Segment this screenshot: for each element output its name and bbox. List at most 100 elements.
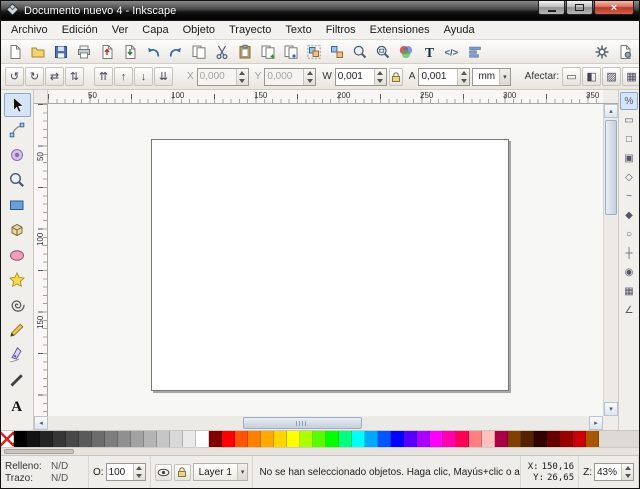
swatch-909090[interactable]	[118, 431, 131, 447]
group-button[interactable]	[303, 41, 325, 63]
calligraphy-tool[interactable]	[4, 368, 31, 392]
menu-ver[interactable]: Ver	[105, 22, 136, 38]
minimize-button[interactable]	[538, 1, 565, 15]
swatch-ff00ff[interactable]	[430, 431, 443, 447]
swatch-7e7e7e[interactable]	[105, 431, 118, 447]
scroll-up-button[interactable]: ▴	[604, 104, 618, 118]
opacity-spinner[interactable]	[133, 464, 145, 480]
palette-scroll-thumb[interactable]	[4, 449, 74, 454]
scroll-right-button[interactable]: ▸	[589, 416, 603, 430]
close-button[interactable]: ×	[594, 1, 634, 15]
horizontal-scroll-thumb[interactable]	[243, 417, 362, 429]
menu-objeto[interactable]: Objeto	[176, 22, 222, 38]
swatch-ff0055[interactable]	[456, 431, 469, 447]
text-dialog-button[interactable]: T	[418, 41, 440, 63]
vertical-scroll-track[interactable]	[604, 118, 618, 402]
swatch-ffd500[interactable]	[274, 431, 287, 447]
swatch-aa0044[interactable]	[495, 431, 508, 447]
align-dialog-button[interactable]	[464, 41, 486, 63]
swatch-b4b4b4[interactable]	[144, 431, 157, 447]
swatch-990000[interactable]	[560, 431, 573, 447]
swatch-aa00ff[interactable]	[417, 431, 430, 447]
scroll-left-button[interactable]: ◂	[34, 416, 48, 430]
swatch-eaeaea[interactable]	[183, 431, 196, 447]
snap-cusp-button[interactable]: ◆	[620, 206, 638, 224]
canvas[interactable]	[48, 104, 603, 416]
zoom-input[interactable]	[595, 464, 621, 480]
menu-archivo[interactable]: Archivo	[4, 22, 55, 38]
lower-button[interactable]: ↓	[134, 67, 153, 86]
width-spinner[interactable]	[374, 69, 386, 85]
lock-ratio-button[interactable]	[389, 68, 403, 86]
open-button[interactable]	[27, 41, 49, 63]
swatch-c6c6c6[interactable]	[157, 431, 170, 447]
zoom-spinner[interactable]	[621, 464, 633, 480]
document-properties-button[interactable]	[614, 41, 636, 63]
horizontal-ruler[interactable]: 50100150200250300350	[48, 90, 603, 104]
star-tool[interactable]	[4, 268, 31, 292]
maximize-button[interactable]	[566, 1, 593, 15]
menu-extensiones[interactable]: Extensiones	[363, 22, 437, 38]
snap-toggle-button[interactable]: %	[620, 92, 638, 110]
swatch-5a5a5a[interactable]	[79, 431, 92, 447]
swatch-ffffff[interactable]	[196, 431, 209, 447]
print-button[interactable]	[73, 41, 95, 63]
menu-filtros[interactable]: Filtros	[319, 22, 363, 38]
undo-button[interactable]	[142, 41, 164, 63]
tweak-tool[interactable]	[4, 143, 31, 167]
y-spinner[interactable]	[303, 69, 315, 85]
menu-texto[interactable]: Texto	[278, 22, 318, 38]
vertical-scrollbar[interactable]: ▴ ▾	[603, 104, 618, 416]
zoom-page-button[interactable]	[372, 41, 394, 63]
clone-button[interactable]	[280, 41, 302, 63]
menu-ayuda[interactable]: Ayuda	[437, 22, 482, 38]
preferences-button[interactable]	[591, 41, 613, 63]
layer-select[interactable]: Layer 1 ▾	[193, 463, 249, 481]
swatch-552200[interactable]	[521, 431, 534, 447]
swatch-5500ff[interactable]	[404, 431, 417, 447]
snap-bbox-corner-button[interactable]: ▣	[620, 149, 638, 167]
snap-center-button[interactable]: ◉	[620, 263, 638, 281]
scale-stroke-button[interactable]: ▭	[562, 67, 581, 86]
import-button[interactable]	[119, 41, 141, 63]
swatch-242424[interactable]	[40, 431, 53, 447]
raise-to-top-button[interactable]: ⇈	[94, 67, 113, 86]
redo-button[interactable]	[165, 41, 187, 63]
swatch-ffff00[interactable]	[287, 431, 300, 447]
opacity-input[interactable]	[107, 464, 133, 480]
swatch-ff0000[interactable]	[222, 431, 235, 447]
rotate-cw-button[interactable]: ↻	[25, 67, 44, 86]
swatch-a2a2a2[interactable]	[131, 431, 144, 447]
export-button[interactable]	[96, 41, 118, 63]
units-select[interactable]: mm ▾	[472, 68, 510, 86]
zoom-drawing-button[interactable]	[349, 41, 371, 63]
swatch-000000[interactable]	[14, 431, 27, 447]
snap-nodes-button[interactable]: ◇	[620, 168, 638, 186]
swatch-330000[interactable]	[534, 431, 547, 447]
ruler-corner[interactable]	[34, 90, 48, 104]
swatch-ffc0c0[interactable]	[482, 431, 495, 447]
node-tool[interactable]	[4, 118, 31, 142]
raise-button[interactable]: ↑	[114, 67, 133, 86]
swatch-aa5500[interactable]	[586, 431, 599, 447]
palette-scrollbar[interactable]	[1, 447, 639, 455]
fill-stroke-indicator[interactable]: Relleno:N/D Trazo:N/D	[1, 456, 89, 488]
text-tool[interactable]: A	[4, 393, 31, 417]
swatch-484848[interactable]	[66, 431, 79, 447]
snap-midpoint-button[interactable]: ┼	[620, 244, 638, 262]
swatch-ff5500[interactable]	[235, 431, 248, 447]
flip-vertical-button[interactable]: ⇅	[65, 67, 84, 86]
selector-tool[interactable]	[4, 93, 31, 117]
lower-to-bottom-button[interactable]: ⇊	[154, 67, 173, 86]
swatch-0055ff[interactable]	[378, 431, 391, 447]
swatch-00aaff[interactable]	[365, 431, 378, 447]
swatch-cc0000[interactable]	[573, 431, 586, 447]
ungroup-button[interactable]	[326, 41, 348, 63]
swatch-aaff00[interactable]	[300, 431, 313, 447]
swatch-0000ff[interactable]	[391, 431, 404, 447]
box-3d-tool[interactable]	[4, 218, 31, 242]
swatch-ff8080[interactable]	[469, 431, 482, 447]
swatch-800000[interactable]	[209, 431, 222, 447]
pencil-tool[interactable]	[4, 318, 31, 342]
copy-button[interactable]	[188, 41, 210, 63]
